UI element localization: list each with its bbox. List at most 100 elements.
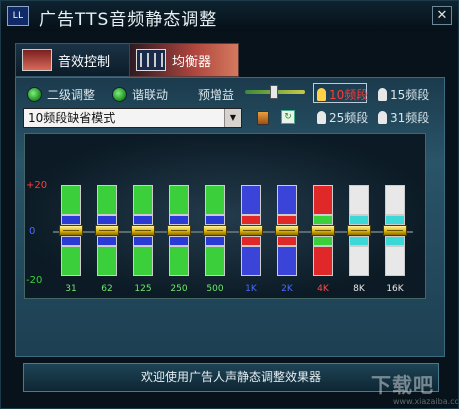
slider-segment — [385, 246, 405, 276]
band-15-label: 15频段 — [390, 88, 430, 102]
slider-segment — [277, 185, 297, 215]
band-31-option[interactable]: 31频段 — [378, 109, 429, 126]
harmonic-link-label: 谐联动 — [132, 88, 169, 102]
freq-label: 500 — [206, 284, 224, 294]
slider-segment — [61, 185, 81, 215]
slider-handle[interactable] — [311, 225, 335, 236]
preamp-label: 预增益 — [198, 88, 235, 102]
watermark: 下载吧 — [371, 373, 434, 397]
eq-slider-2k[interactable] — [275, 185, 299, 276]
slider-segment — [205, 246, 225, 276]
bulb-on-icon — [317, 88, 326, 101]
freq-label: 16K — [386, 284, 404, 294]
eq-slider-250[interactable] — [167, 185, 191, 276]
band-10-option[interactable]: 10频段 — [317, 86, 368, 103]
slider-handle[interactable] — [275, 225, 299, 236]
db-bottom-label: -20 — [26, 275, 43, 286]
tab-label: 均衡器 — [172, 54, 212, 70]
slider-segment — [349, 246, 369, 276]
freq-label: 250 — [170, 284, 188, 294]
slider-segment — [205, 185, 225, 215]
slider-segment — [277, 215, 297, 225]
window-title: 广告TTS音频静态调整 — [39, 10, 218, 30]
eq-slider-16k[interactable] — [383, 185, 407, 276]
slider-handle[interactable] — [59, 225, 83, 236]
eq-slider-4k[interactable] — [311, 185, 335, 276]
slider-segment — [241, 215, 261, 225]
slider-handle[interactable] — [131, 225, 155, 236]
freq-label: 62 — [101, 284, 113, 294]
slider-segment — [133, 246, 153, 276]
eq-slider-1k[interactable] — [239, 185, 263, 276]
slider-segment — [61, 246, 81, 276]
slider-handle[interactable] — [239, 225, 263, 236]
freq-label: 4K — [317, 284, 329, 294]
slider-segment — [313, 246, 333, 276]
slider-segment — [169, 215, 189, 225]
tab-label: 音效控制 — [58, 54, 111, 70]
band-25-label: 25频段 — [329, 111, 369, 125]
slider-segment — [97, 215, 117, 225]
slider-segment — [241, 246, 261, 276]
eq-slider-62[interactable] — [95, 185, 119, 276]
slider-handle[interactable] — [95, 225, 119, 236]
preset-select[interactable]: 10频段缺省模式 ▼ — [23, 108, 242, 128]
harmonic-link-radio[interactable]: 谐联动 — [112, 86, 168, 103]
freq-label: 8K — [353, 284, 365, 294]
preset-select-value: 10频段缺省模式 — [28, 111, 116, 125]
slider-segment — [313, 236, 333, 246]
slider-segment — [277, 236, 297, 246]
slider-segment — [313, 215, 333, 225]
eq-slider-125[interactable] — [131, 185, 155, 276]
eq-slider-31[interactable] — [59, 185, 83, 276]
slider-segment — [349, 215, 369, 225]
band-10-label: 10频段 — [329, 88, 369, 102]
slider-segment — [385, 236, 405, 246]
save-preset-icon[interactable] — [257, 111, 269, 125]
refresh-icon[interactable]: ↻ — [281, 110, 295, 124]
preamp-slider-handle[interactable] — [270, 85, 279, 99]
watermark-url: www.xiazaiba.com — [393, 397, 459, 406]
slider-segment — [385, 185, 405, 215]
slider-handle[interactable] — [203, 225, 227, 236]
close-button[interactable]: ✕ — [432, 6, 452, 25]
slider-segment — [241, 236, 261, 246]
slider-handle[interactable] — [383, 225, 407, 236]
eq-slider-500[interactable] — [203, 185, 227, 276]
secondary-adjust-radio[interactable]: 二级调整 — [27, 86, 95, 103]
band-31-label: 31频段 — [390, 111, 430, 125]
slider-handle[interactable] — [167, 225, 191, 236]
bulb-off-icon — [378, 111, 387, 124]
band-25-option[interactable]: 25频段 — [317, 109, 368, 126]
tab-bar: 音效控制 均衡器 — [11, 43, 451, 77]
slider-segment — [277, 246, 297, 276]
tab-sound-effects[interactable]: 音效控制 — [15, 43, 131, 77]
slider-segment — [133, 236, 153, 246]
slider-segment — [61, 236, 81, 246]
radio-on-icon — [112, 87, 127, 102]
chevron-down-icon[interactable]: ▼ — [224, 109, 241, 127]
eq-slider-8k[interactable] — [347, 185, 371, 276]
slider-segment — [169, 236, 189, 246]
freq-label: 2K — [281, 284, 293, 294]
equalizer-icon — [136, 49, 166, 71]
secondary-adjust-label: 二级调整 — [47, 88, 96, 102]
slider-handle[interactable] — [347, 225, 371, 236]
slider-segment — [205, 236, 225, 246]
slider-segment — [205, 215, 225, 225]
radio-on-icon — [27, 87, 42, 102]
app-window: LL 广告TTS音频静态调整 ✕ 音效控制 均衡器 二级调整 谐联动 预增益 1… — [0, 0, 459, 409]
bulb-off-icon — [378, 88, 387, 101]
slider-segment — [349, 185, 369, 215]
slider-segment — [97, 185, 117, 215]
slider-segment — [133, 185, 153, 215]
band-15-option[interactable]: 15频段 — [378, 86, 429, 103]
slider-segment — [169, 185, 189, 215]
slider-segment — [97, 236, 117, 246]
bulb-off-icon — [317, 111, 326, 124]
slider-segment — [169, 246, 189, 276]
db-mid-label: 0 — [29, 226, 36, 237]
freq-label: 125 — [134, 284, 152, 294]
slider-segment — [241, 185, 261, 215]
tab-equalizer[interactable]: 均衡器 — [129, 43, 239, 77]
